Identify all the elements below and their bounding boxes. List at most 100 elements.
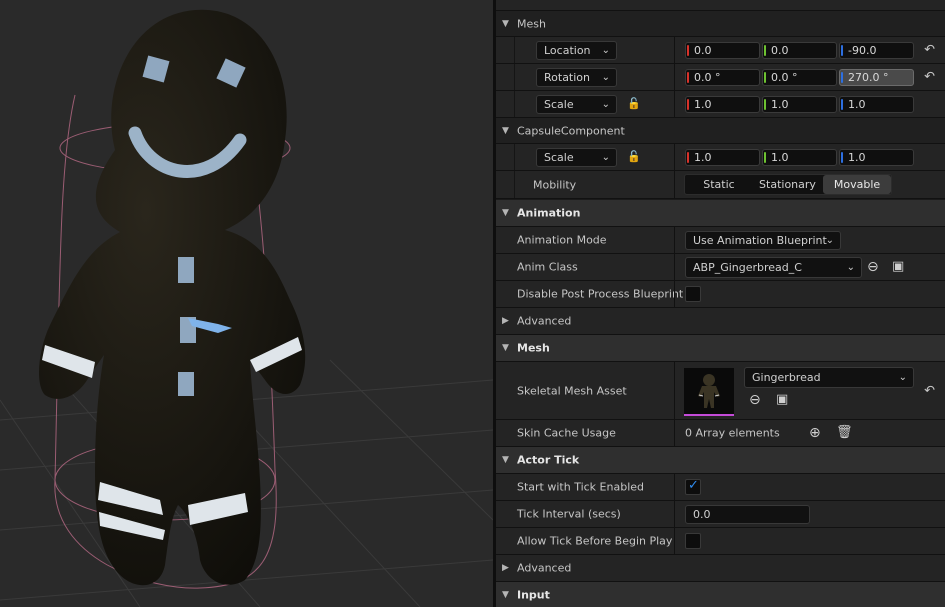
panel-top-strip xyxy=(496,0,945,11)
row-animation-mode: Animation Mode Use Animation Blueprint ⌄ xyxy=(496,227,945,254)
chevron-down-icon: ⌄ xyxy=(846,262,855,273)
category-input[interactable]: ▼ Input xyxy=(496,582,945,607)
browse-asset-icon[interactable]: ▣ xyxy=(776,393,788,407)
skin-cache-value: 0 Array elements xyxy=(685,426,780,440)
rotation-x-field[interactable]: 0.0 ° xyxy=(685,69,760,86)
tick-interval-label: Tick Interval (secs) xyxy=(517,507,621,521)
reset-arrow-icon[interactable]: ↶ xyxy=(924,43,935,58)
row-skeletal-mesh: Skeletal Mesh Asset Gingerbread ⌄ ⊖ ▣ ↶ xyxy=(496,362,945,420)
triangle-right-icon[interactable]: ▶ xyxy=(502,316,509,326)
animation-mode-label: Animation Mode xyxy=(517,233,607,247)
capsule-scale-label: Scale xyxy=(544,151,574,164)
row-location: Location ⌄ 0.0 0.0 -90.0 ↶ xyxy=(496,37,945,64)
allow-tick-checkbox[interactable] xyxy=(685,533,701,549)
category-mesh[interactable]: ▼ Mesh xyxy=(496,335,945,362)
group-mesh[interactable]: ▼ Mesh xyxy=(496,11,945,37)
chevron-down-icon: ⌄ xyxy=(825,235,834,246)
rotation-label: Rotation xyxy=(544,71,591,84)
tick-advanced-label: Advanced xyxy=(517,561,572,575)
reset-arrow-icon[interactable]: ↶ xyxy=(924,70,935,85)
row-start-tick: Start with Tick Enabled ✓ xyxy=(496,474,945,501)
row-rotation: Rotation ⌄ 0.0 ° 0.0 ° 270.0 ° ↶ xyxy=(496,64,945,91)
triangle-down-icon[interactable]: ▼ xyxy=(502,126,509,136)
skeletal-mesh-value: Gingerbread xyxy=(752,371,821,384)
capsule-scale-z-field[interactable]: 1.0 xyxy=(839,149,914,166)
rotation-y-field[interactable]: 0.0 ° xyxy=(762,69,837,86)
capsule-scale-y-field[interactable]: 1.0 xyxy=(762,149,837,166)
triangle-down-icon[interactable]: ▼ xyxy=(502,590,509,600)
row-allow-tick: Allow Tick Before Begin Play xyxy=(496,528,945,555)
use-selected-icon[interactable]: ⊖ xyxy=(749,393,761,407)
scale-label: Scale xyxy=(544,98,574,111)
lock-icon[interactable]: 🔓 xyxy=(627,97,641,111)
mobility-segmented-control: Static Stationary Movable xyxy=(684,174,892,195)
triangle-down-icon[interactable]: ▼ xyxy=(502,343,509,353)
checkmark-icon: ✓ xyxy=(688,478,699,493)
row-disable-pp: Disable Post Process Blueprint xyxy=(496,281,945,308)
skeletal-mesh-label: Skeletal Mesh Asset xyxy=(517,384,627,397)
row-tick-interval: Tick Interval (secs) 0.0 xyxy=(496,501,945,528)
row-skin-cache: Skin Cache Usage 0 Array elements ⊕ 🗑 xyxy=(496,420,945,447)
row-tick-advanced[interactable]: ▶ Advanced xyxy=(496,555,945,582)
group-capsule-label: CapsuleComponent xyxy=(517,124,625,137)
anim-class-dropdown[interactable]: ABP_Gingerbread_C ⌄ xyxy=(685,257,862,278)
row-animation-advanced[interactable]: ▶ Advanced xyxy=(496,308,945,335)
row-anim-class: Anim Class ABP_Gingerbread_C ⌄ ⊖ ▣ xyxy=(496,254,945,281)
allow-tick-label: Allow Tick Before Begin Play xyxy=(517,534,673,548)
mobility-movable-button[interactable]: Movable xyxy=(823,175,891,194)
category-input-label: Input xyxy=(517,588,550,601)
mobility-label: Mobility xyxy=(533,178,577,191)
category-actor-tick[interactable]: ▼ Actor Tick xyxy=(496,447,945,474)
start-tick-label: Start with Tick Enabled xyxy=(517,480,645,494)
category-animation[interactable]: ▼ Animation xyxy=(496,200,945,227)
mobility-stationary-button[interactable]: Stationary xyxy=(753,175,822,194)
skin-cache-label: Skin Cache Usage xyxy=(517,426,616,440)
gingerbread-character xyxy=(38,9,306,586)
rotation-mode-dropdown[interactable]: Rotation ⌄ xyxy=(536,68,617,87)
location-y-field[interactable]: 0.0 xyxy=(762,42,837,59)
skeletal-mesh-thumbnail[interactable] xyxy=(684,368,734,416)
group-capsule[interactable]: ▼ CapsuleComponent xyxy=(496,118,945,144)
triangle-down-icon[interactable]: ▼ xyxy=(502,19,509,29)
scale-mode-dropdown[interactable]: Scale ⌄ xyxy=(536,95,617,114)
scale-z-field[interactable]: 1.0 xyxy=(839,96,914,113)
chevron-down-icon: ⌄ xyxy=(601,99,610,110)
chevron-down-icon: ⌄ xyxy=(601,45,610,56)
browse-asset-icon[interactable]: ▣ xyxy=(892,260,904,274)
triangle-down-icon[interactable]: ▼ xyxy=(502,455,509,465)
category-mesh-label: Mesh xyxy=(517,341,550,355)
skeletal-mesh-dropdown[interactable]: Gingerbread ⌄ xyxy=(744,367,914,388)
triangle-right-icon[interactable]: ▶ xyxy=(502,563,509,573)
reset-arrow-icon[interactable]: ↶ xyxy=(924,383,935,398)
location-z-field[interactable]: -90.0 xyxy=(839,42,914,59)
viewport-scene xyxy=(0,9,493,607)
capsule-scale-mode-dropdown[interactable]: Scale ⌄ xyxy=(536,148,617,167)
row-scale: Scale ⌄ 🔓 1.0 1.0 1.0 xyxy=(496,91,945,118)
group-mesh-label: Mesh xyxy=(517,17,546,30)
trash-icon[interactable]: 🗑 xyxy=(836,426,853,440)
row-capsule-scale: Scale ⌄ 🔓 1.0 1.0 1.0 xyxy=(496,144,945,171)
anim-class-label: Anim Class xyxy=(517,260,578,274)
triangle-down-icon[interactable]: ▼ xyxy=(502,208,509,218)
disable-pp-checkbox[interactable] xyxy=(685,286,701,302)
scale-x-field[interactable]: 1.0 xyxy=(685,96,760,113)
animation-advanced-label: Advanced xyxy=(517,314,572,328)
tick-interval-field[interactable]: 0.0 xyxy=(685,505,810,524)
chevron-down-icon: ⌄ xyxy=(898,372,907,383)
lock-icon[interactable]: 🔓 xyxy=(627,150,641,164)
start-tick-checkbox[interactable]: ✓ xyxy=(685,478,701,495)
location-x-field[interactable]: 0.0 xyxy=(685,42,760,59)
add-icon[interactable]: ⊕ xyxy=(809,426,821,440)
rotation-z-field[interactable]: 270.0 ° xyxy=(839,69,914,86)
location-label: Location xyxy=(544,44,591,57)
mobility-static-button[interactable]: Static xyxy=(685,175,753,194)
use-selected-icon[interactable]: ⊖ xyxy=(867,260,879,274)
category-animation-label: Animation xyxy=(517,206,581,220)
location-mode-dropdown[interactable]: Location ⌄ xyxy=(536,41,617,60)
scale-y-field[interactable]: 1.0 xyxy=(762,96,837,113)
details-panel: ▼ Mesh Location ⌄ 0.0 0.0 -90.0 ↶ Rotati… xyxy=(496,0,945,607)
animation-mode-dropdown[interactable]: Use Animation Blueprint ⌄ xyxy=(685,231,841,250)
level-viewport[interactable] xyxy=(0,0,493,607)
capsule-scale-x-field[interactable]: 1.0 xyxy=(685,149,760,166)
anim-class-value: ABP_Gingerbread_C xyxy=(693,261,802,274)
